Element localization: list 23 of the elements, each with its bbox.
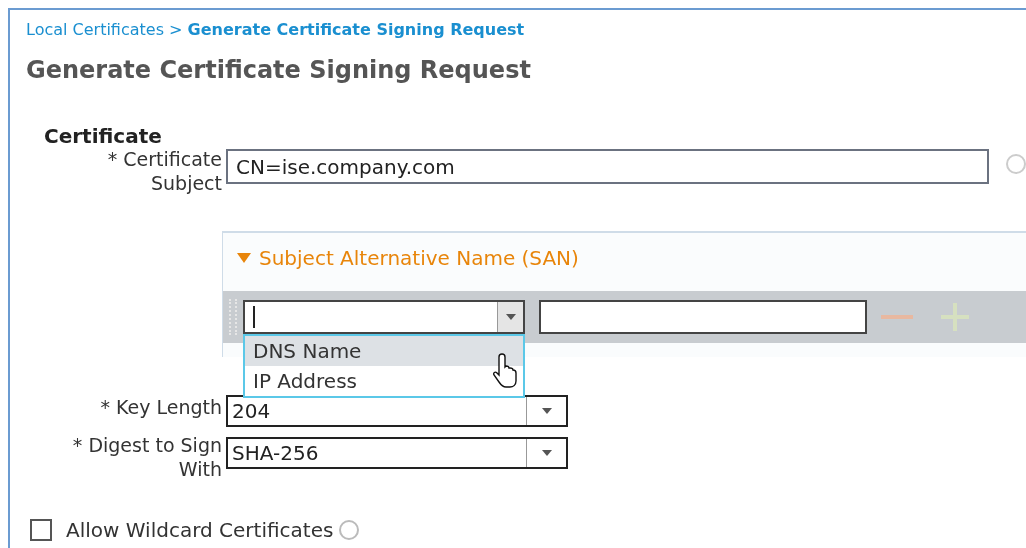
drag-handle-icon[interactable] [229, 299, 237, 335]
field-label: * Digest to Sign With [71, 433, 223, 481]
section-heading: Certificate [44, 126, 163, 146]
select-field[interactable]: SHA-256 [226, 437, 568, 469]
minus-icon[interactable] [881, 314, 913, 320]
select-field[interactable]: 204 [226, 395, 568, 427]
field-label: * Certificate Subject [106, 147, 223, 195]
caret-icon [540, 407, 553, 415]
checkbox-label: Allow Wildcard Certificates [66, 517, 334, 544]
page-title: Generate Certificate Signing Request [26, 55, 532, 86]
info-icon[interactable] [1006, 154, 1026, 174]
caret-icon [540, 449, 553, 457]
breadcrumb-current: Generate Certificate Signing Request [187, 20, 525, 39]
breadcrumb-separator: > [168, 20, 184, 39]
breadcrumb-link[interactable]: Local Certificates [26, 20, 164, 39]
text-cursor [253, 306, 255, 328]
subject-input[interactable]: CN=ise.company.com [226, 149, 989, 184]
checkbox[interactable] [30, 519, 52, 541]
info-icon[interactable] [339, 520, 360, 540]
san-value-input[interactable] [539, 300, 867, 334]
field-label: * Key Length [99, 395, 223, 419]
dropdown-option[interactable]: DNS Name [245, 336, 523, 366]
caret-icon [504, 313, 517, 321]
